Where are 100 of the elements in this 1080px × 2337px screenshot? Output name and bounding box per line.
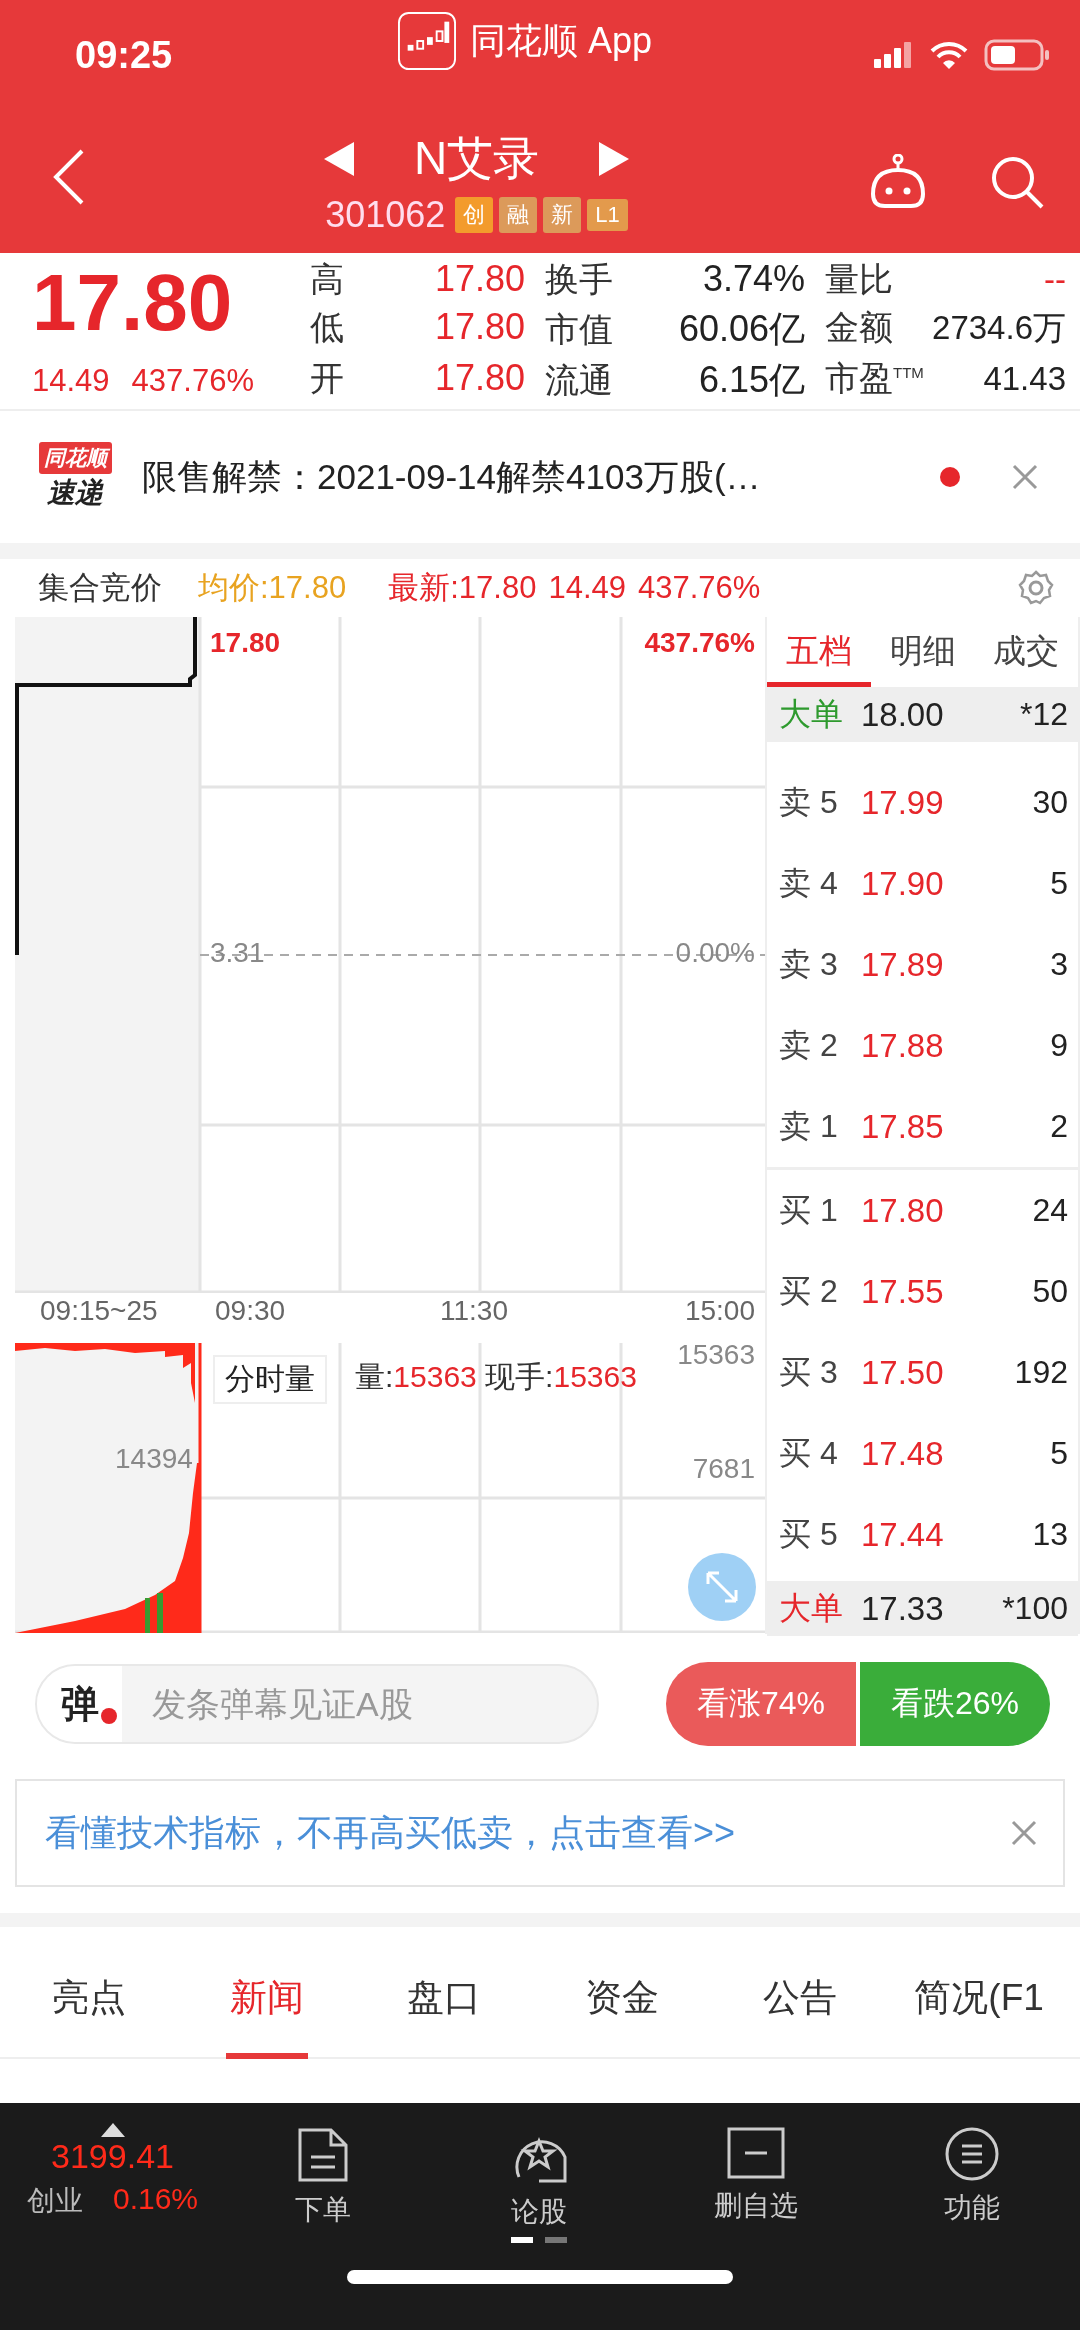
notice-bar[interactable]: 同花顺 速递 限售解禁：2021-09-14解禁4103万股(… [0, 411, 1080, 543]
previous-icon[interactable] [323, 141, 356, 176]
order-volume: 13 [1032, 1516, 1068, 1553]
order-price: 17.90 [861, 864, 945, 903]
section-tab[interactable]: 公告 [758, 1927, 841, 2059]
stock-tag: 新 [543, 196, 582, 233]
index-change: 0.16% [112, 2182, 199, 2217]
promo-text: 看懂技术指标，不再高买低卖，点击查看>> [45, 1810, 737, 1855]
stat-label: 金额 [825, 307, 893, 348]
volume-bar [157, 1593, 163, 1633]
danmaku-badge: 弹 [37, 1666, 122, 1742]
order-price: 17.50 [861, 1353, 945, 1392]
order-price: 17.44 [861, 1515, 945, 1554]
order-level: 买 1 [779, 1190, 839, 1230]
stat-label: 低 [310, 307, 344, 348]
price-change: 14.49 [32, 363, 110, 399]
order-level: 买 4 [779, 1433, 839, 1473]
order-level: 卖 3 [779, 944, 839, 984]
volume-label: 分时量 [213, 1355, 327, 1404]
back-icon[interactable] [52, 147, 86, 206]
up-arrow-icon [100, 2123, 125, 2137]
order-book-tab[interactable]: 明细 [870, 617, 975, 687]
close-icon[interactable] [1011, 1820, 1037, 1846]
order-level: 买 5 [779, 1514, 839, 1554]
order-price: 17.89 [861, 945, 945, 984]
stat-value: 17.80 [434, 306, 525, 348]
order-price: 17.99 [861, 783, 945, 822]
axis-label: 17.80 [210, 627, 281, 659]
settings-icon[interactable] [1018, 570, 1054, 606]
price-change: 14.49 [548, 570, 626, 606]
average-price: 均价:17.80 [198, 569, 347, 607]
order-volume: 3 [1050, 946, 1068, 983]
order-level: 卖 4 [779, 863, 839, 903]
battery-icon [984, 39, 1050, 71]
next-icon[interactable] [597, 141, 630, 176]
order-volume: 2 [1050, 1108, 1068, 1145]
close-icon[interactable] [1012, 464, 1038, 490]
index-quote[interactable]: 3199.41 创业 0.16% [0, 2117, 215, 2330]
order-price: 17.33 [861, 1589, 945, 1628]
time-label: 15:00 [684, 1295, 755, 1327]
stat-value: 3.74% [702, 258, 805, 300]
stat-value: 60.06亿 [678, 307, 805, 351]
status-time: 09:25 [75, 33, 173, 77]
stock-tag: L1 [587, 198, 628, 231]
menu-icon [944, 2127, 999, 2181]
order-level: 卖 2 [779, 1025, 839, 1065]
percent-change: 437.76% [131, 363, 254, 399]
volume-bar [145, 1598, 150, 1633]
stat-value: 2734.6万 [932, 308, 1066, 348]
index-value: 3199.41 [51, 2137, 174, 2176]
latest-price: 最新:17.80 [388, 569, 537, 607]
stat-label: 高 [310, 259, 344, 300]
order-price: 17.88 [861, 1026, 945, 1065]
axis-label: 437.76% [644, 627, 755, 659]
order-level: 大单 [779, 694, 844, 734]
section-tab[interactable]: 简况(F1 [910, 1927, 1048, 2059]
comment-field[interactable]: 发条弹幕见证A股 [122, 1683, 597, 1725]
order-volume: 24 [1032, 1192, 1068, 1229]
stat-label: 开 [310, 358, 344, 399]
news-logo: 同花顺 速递 [30, 442, 120, 512]
toolbar-item[interactable]: 下单 [215, 2117, 432, 2330]
section-tab[interactable]: 亮点 [47, 1927, 130, 2059]
order-volume: 5 [1050, 865, 1068, 902]
stock-name: N艾录 [413, 130, 540, 186]
order-level: 卖 1 [779, 1106, 839, 1146]
document-icon [297, 2127, 350, 2183]
order-volume: 192 [1014, 1354, 1068, 1391]
order-price: 17.85 [861, 1107, 945, 1146]
section-tab[interactable]: 新闻 [225, 1927, 308, 2059]
order-level: 买 3 [779, 1352, 839, 1392]
comment-bar[interactable]: 弹 发条弹幕见证A股 [35, 1664, 599, 1744]
time-label: 09:15~25 [40, 1295, 158, 1327]
order-book-tab[interactable]: 成交 [974, 617, 1078, 687]
order-level: 大单 [779, 1588, 844, 1628]
order-level: 买 2 [779, 1271, 839, 1311]
chart-title: 集合竞价 [38, 569, 162, 607]
stat-value: 41.43 [983, 360, 1066, 398]
order-volume: 5 [1050, 1435, 1068, 1472]
order-level: 卖 5 [779, 782, 839, 822]
stat-value: 17.80 [434, 258, 525, 300]
order-volume: *12 [1019, 696, 1068, 733]
notice-text: 限售解禁：2021-09-14解禁4103万股(… [142, 455, 762, 498]
signal-icon [874, 42, 914, 68]
stock-tag: 融 [499, 196, 538, 233]
volume-reading: 量:15363 现手:15363 [355, 1359, 637, 1395]
section-tab[interactable]: 盘口 [403, 1927, 486, 2059]
toolbar-item[interactable]: 论股 [431, 2117, 648, 2330]
stat-label: 市盈$^{TTM}$ [825, 358, 924, 399]
index-name: 创业 [26, 2184, 83, 2218]
order-volume: 50 [1032, 1273, 1068, 1310]
toolbar-item[interactable]: 功能 [863, 2117, 1080, 2330]
toolbar-item[interactable]: 删自选 [647, 2117, 864, 2330]
stat-label: 量比 [825, 259, 893, 300]
minus-square-icon [726, 2127, 785, 2179]
stat-label: 换手 [545, 259, 613, 300]
order-price: 17.48 [861, 1434, 945, 1473]
app-badge[interactable]: 同花顺 App [398, 12, 653, 70]
current-price: 17.80 [32, 263, 234, 343]
section-tab[interactable]: 资金 [580, 1927, 663, 2059]
stat-value: 6.15亿 [698, 358, 805, 402]
